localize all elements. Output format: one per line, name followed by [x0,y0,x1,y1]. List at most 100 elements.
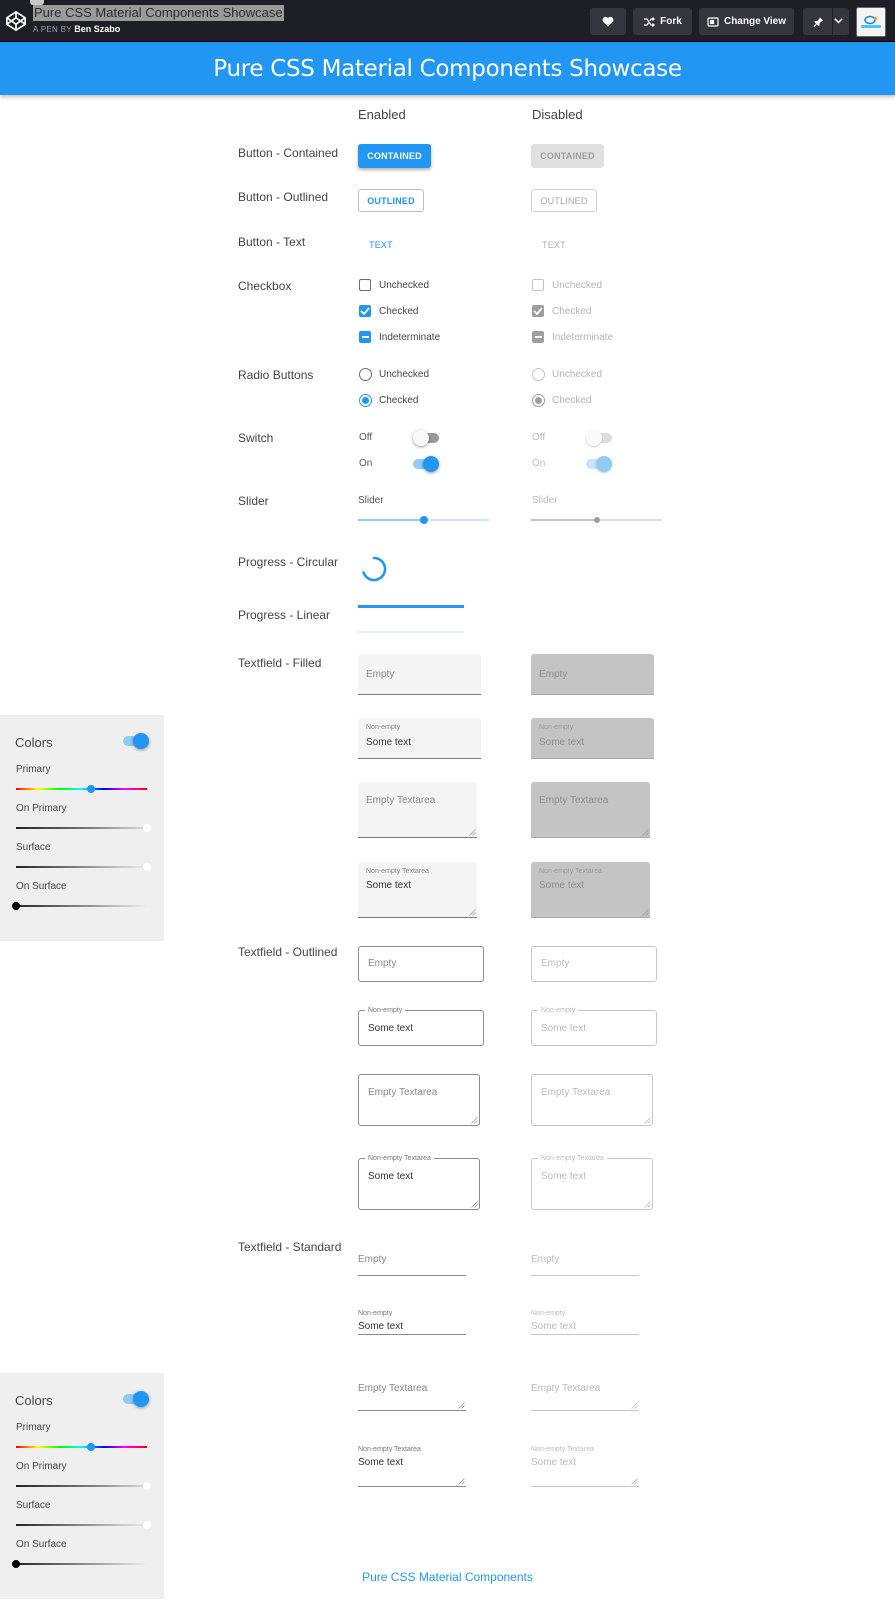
pin-button[interactable] [803,8,849,35]
colors-panel: Colors Primary On Primary Surface On Sur… [0,1373,164,1599]
surface-slider[interactable] [16,863,151,871]
change-view-button[interactable]: Change View [699,8,794,35]
on-surface-color-label: On Surface [16,881,67,892]
resize-handle-icon[interactable] [458,1402,465,1409]
textfield-placeholder: Empty [358,1254,387,1265]
row-label-button-outlined: Button - Outlined [238,190,329,204]
outlined-textarea-empty[interactable]: Empty Textarea [358,1074,480,1126]
on-surface-slider[interactable] [12,902,147,910]
radio-unchecked-disabled: Unchecked [532,368,602,381]
like-button[interactable] [590,8,626,35]
radio-label: Checked [552,395,592,406]
pen-author-line: A PEN BY Ben Szabo [33,24,120,34]
primary-hue-slider[interactable] [16,785,147,793]
pen-author[interactable]: Ben Szabo [74,24,120,34]
colors-toggle-switch[interactable] [123,1391,149,1407]
codepen-logo-icon[interactable] [5,10,27,32]
surface-slider[interactable] [16,1521,151,1529]
user-avatar[interactable] [856,7,886,37]
standard-textfield-nonempty-disabled: Non-empty Some text [531,1305,639,1335]
fork-button[interactable]: Fork [633,8,692,35]
textarea-label: Non-empty Textarea [538,1154,607,1163]
colors-toggle-switch[interactable] [123,733,149,749]
checkbox-empty-icon [532,279,544,291]
radio-empty-icon [359,368,372,381]
textarea-placeholder: Empty Textarea [366,795,436,806]
pin-divider [832,8,833,35]
filled-textarea-empty[interactable]: Empty Textarea [358,782,477,838]
filled-textfield-nonempty[interactable]: Non-empty Some text [358,718,481,759]
footer-link[interactable]: Pure CSS Material Components [0,1570,895,1584]
pin-icon [813,16,824,27]
on-primary-slider[interactable] [16,824,151,832]
pen-title[interactable]: Pure CSS Material Components Showcase [33,5,284,21]
checkbox-unchecked[interactable]: Unchecked [359,279,429,291]
textarea-value: Some text [366,880,412,891]
resize-handle-icon[interactable] [471,1117,478,1124]
resize-handle-icon[interactable] [471,1201,478,1208]
checkbox-indeterminate[interactable]: Indeterminate [359,331,440,343]
outlined-textarea-empty-disabled: Empty Textarea [531,1074,653,1126]
textarea-placeholder: Empty Textarea [539,795,609,806]
on-primary-color-label: On Primary [16,803,67,814]
column-header-disabled: Disabled [532,107,583,122]
standard-textarea-nonempty[interactable]: Non-empty Textarea Some text [358,1441,466,1487]
row-label-button-text: Button - Text [238,235,306,249]
radio-unchecked[interactable]: Unchecked [359,368,429,381]
row-label-radio: Radio Buttons [238,368,314,382]
outlined-textfield-empty[interactable]: Empty [358,946,484,982]
standard-textarea-empty[interactable]: Empty Textarea [358,1373,466,1411]
filled-textfield-empty[interactable]: Empty [358,654,481,695]
row-label-textfield-outlined: Textfield - Outlined [238,945,338,959]
row-label-button-contained: Button - Contained [238,146,339,160]
primary-hue-slider[interactable] [16,1443,147,1451]
switch-on-disabled [586,456,612,472]
pen-by-prefix: A PEN BY [33,25,72,34]
switch-off[interactable] [413,430,439,446]
contained-button[interactable]: CONTAINED [358,144,431,168]
text-button[interactable]: TEXT [369,240,393,250]
resize-handle-icon[interactable] [469,829,476,836]
checkbox-label: Checked [552,305,592,317]
standard-textarea-nonempty-disabled: Non-empty Textarea Some text [531,1441,639,1487]
textfield-value: Some text [358,1321,404,1332]
resize-handle-icon [631,1478,638,1485]
avatar-image-icon [861,15,881,28]
radio-selected-icon [359,394,372,407]
resize-handle-icon[interactable] [458,1478,465,1485]
filled-textarea-nonempty[interactable]: Non-empty Textarea Some text [358,862,477,918]
contained-button-disabled: CONTAINED [531,144,604,168]
linear-progress-track [358,631,464,633]
linear-progress-bar [358,605,464,608]
primary-color-label: Primary [16,1422,51,1433]
on-primary-slider[interactable] [16,1482,151,1490]
chevron-down-icon[interactable] [834,17,843,25]
outlined-textfield-nonempty-disabled: Non-empty Some text [531,1006,657,1046]
textarea-placeholder: Empty Textarea [368,1087,438,1098]
resize-handle-icon[interactable] [469,909,476,916]
filled-textfield-nonempty-disabled: Non-empty Some text [531,718,654,759]
colors-panel-title: Colors [15,735,53,750]
checkbox-label: Unchecked [552,279,603,291]
checkbox-indeterminate-disabled: Indeterminate [532,331,613,343]
outlined-textfield-nonempty[interactable]: Non-empty Some text [358,1006,484,1046]
on-surface-slider[interactable] [12,1560,147,1568]
checkbox-checked[interactable]: Checked [359,305,418,317]
slider[interactable] [358,516,489,524]
textarea-value: Some text [368,1171,414,1182]
standard-textfield-nonempty[interactable]: Non-empty Some text [358,1305,466,1335]
textarea-value: Some text [539,880,585,891]
standard-textfield-empty[interactable]: Empty [358,1246,466,1276]
outlined-button[interactable]: OUTLINED [358,189,424,212]
row-label-checkbox: Checkbox [238,279,292,293]
radio-empty-icon [532,368,545,381]
fork-icon [644,16,656,27]
radio-checked[interactable]: Checked [359,394,418,407]
indeterminate-icon [359,331,371,343]
outlined-textarea-nonempty[interactable]: Non-empty Textarea Some text [358,1154,480,1210]
textfield-value: Some text [368,1023,414,1034]
textarea-label: Non-empty Textarea [358,1446,421,1453]
switch-on[interactable] [413,456,439,472]
outlined-button-disabled: OUTLINED [531,189,597,212]
checkbox-empty-icon [359,279,371,291]
